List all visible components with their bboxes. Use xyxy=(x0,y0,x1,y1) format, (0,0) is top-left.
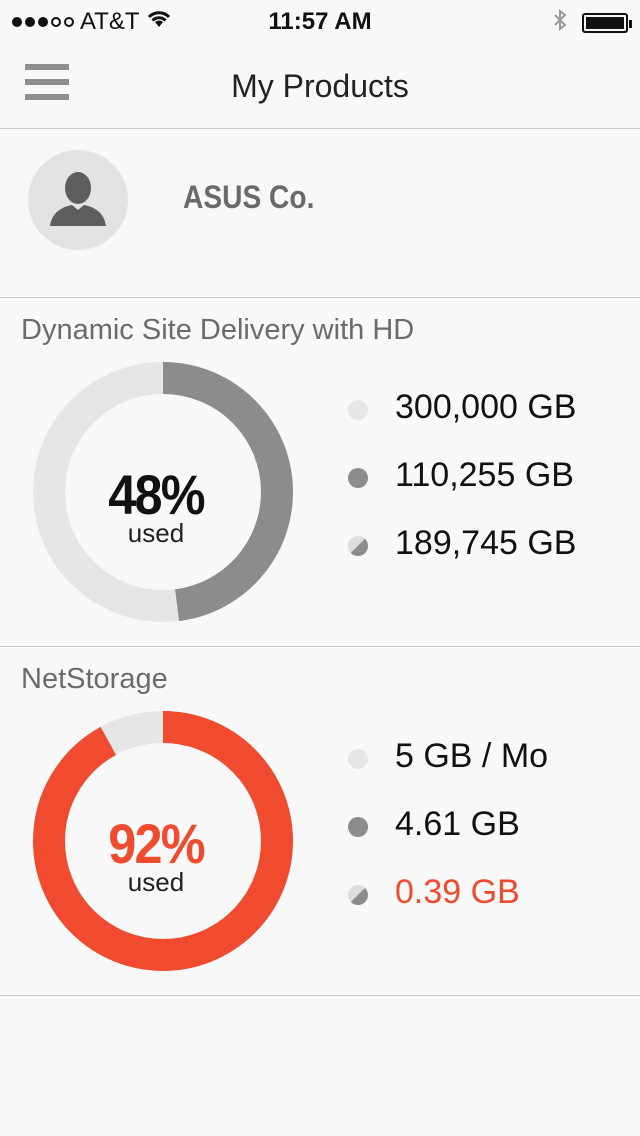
used-dot-icon xyxy=(348,817,368,837)
donut-center: 48% used xyxy=(33,362,293,622)
status-bar-right xyxy=(552,8,632,37)
usage-caption: used xyxy=(127,518,185,548)
used-dot-icon xyxy=(348,468,368,488)
page-title: My Products xyxy=(231,68,409,104)
legend-used-value: 110,255 GB xyxy=(395,456,574,494)
product-card[interactable]: NetStorage 92% used 5 GB / Mo 4.61 GB 0.… xyxy=(0,647,640,996)
legend-remaining-value: 0.39 GB xyxy=(395,873,520,911)
status-bar: AT&T 11:57 AM xyxy=(0,0,640,40)
product-card[interactable]: Dynamic Site Delivery with HD 48% used 3… xyxy=(0,298,640,647)
total-dot-icon xyxy=(348,749,368,769)
legend-remaining-value: 189,745 GB xyxy=(395,524,577,562)
donut-center: 92% used xyxy=(33,711,293,971)
status-time: 11:57 AM xyxy=(268,8,372,35)
total-dot-icon xyxy=(348,400,368,420)
remaining-dot-icon xyxy=(348,885,368,905)
user-avatar-icon xyxy=(28,150,128,250)
product-title: NetStorage xyxy=(21,663,168,695)
usage-caption: used xyxy=(127,867,185,897)
legend-total-value: 5 GB / Mo xyxy=(395,737,549,775)
bluetooth-icon xyxy=(552,8,568,37)
remaining-dot-icon xyxy=(348,536,368,556)
battery-icon xyxy=(582,12,632,33)
account-name: ASUS Co. xyxy=(183,179,315,215)
legend-used-value: 4.61 GB xyxy=(395,805,520,843)
legend-total-value: 300,000 GB xyxy=(395,388,577,426)
navigation-bar: My Products xyxy=(0,40,640,129)
account-row[interactable]: ASUS Co. xyxy=(0,129,640,298)
product-title: Dynamic Site Delivery with HD xyxy=(21,314,415,346)
